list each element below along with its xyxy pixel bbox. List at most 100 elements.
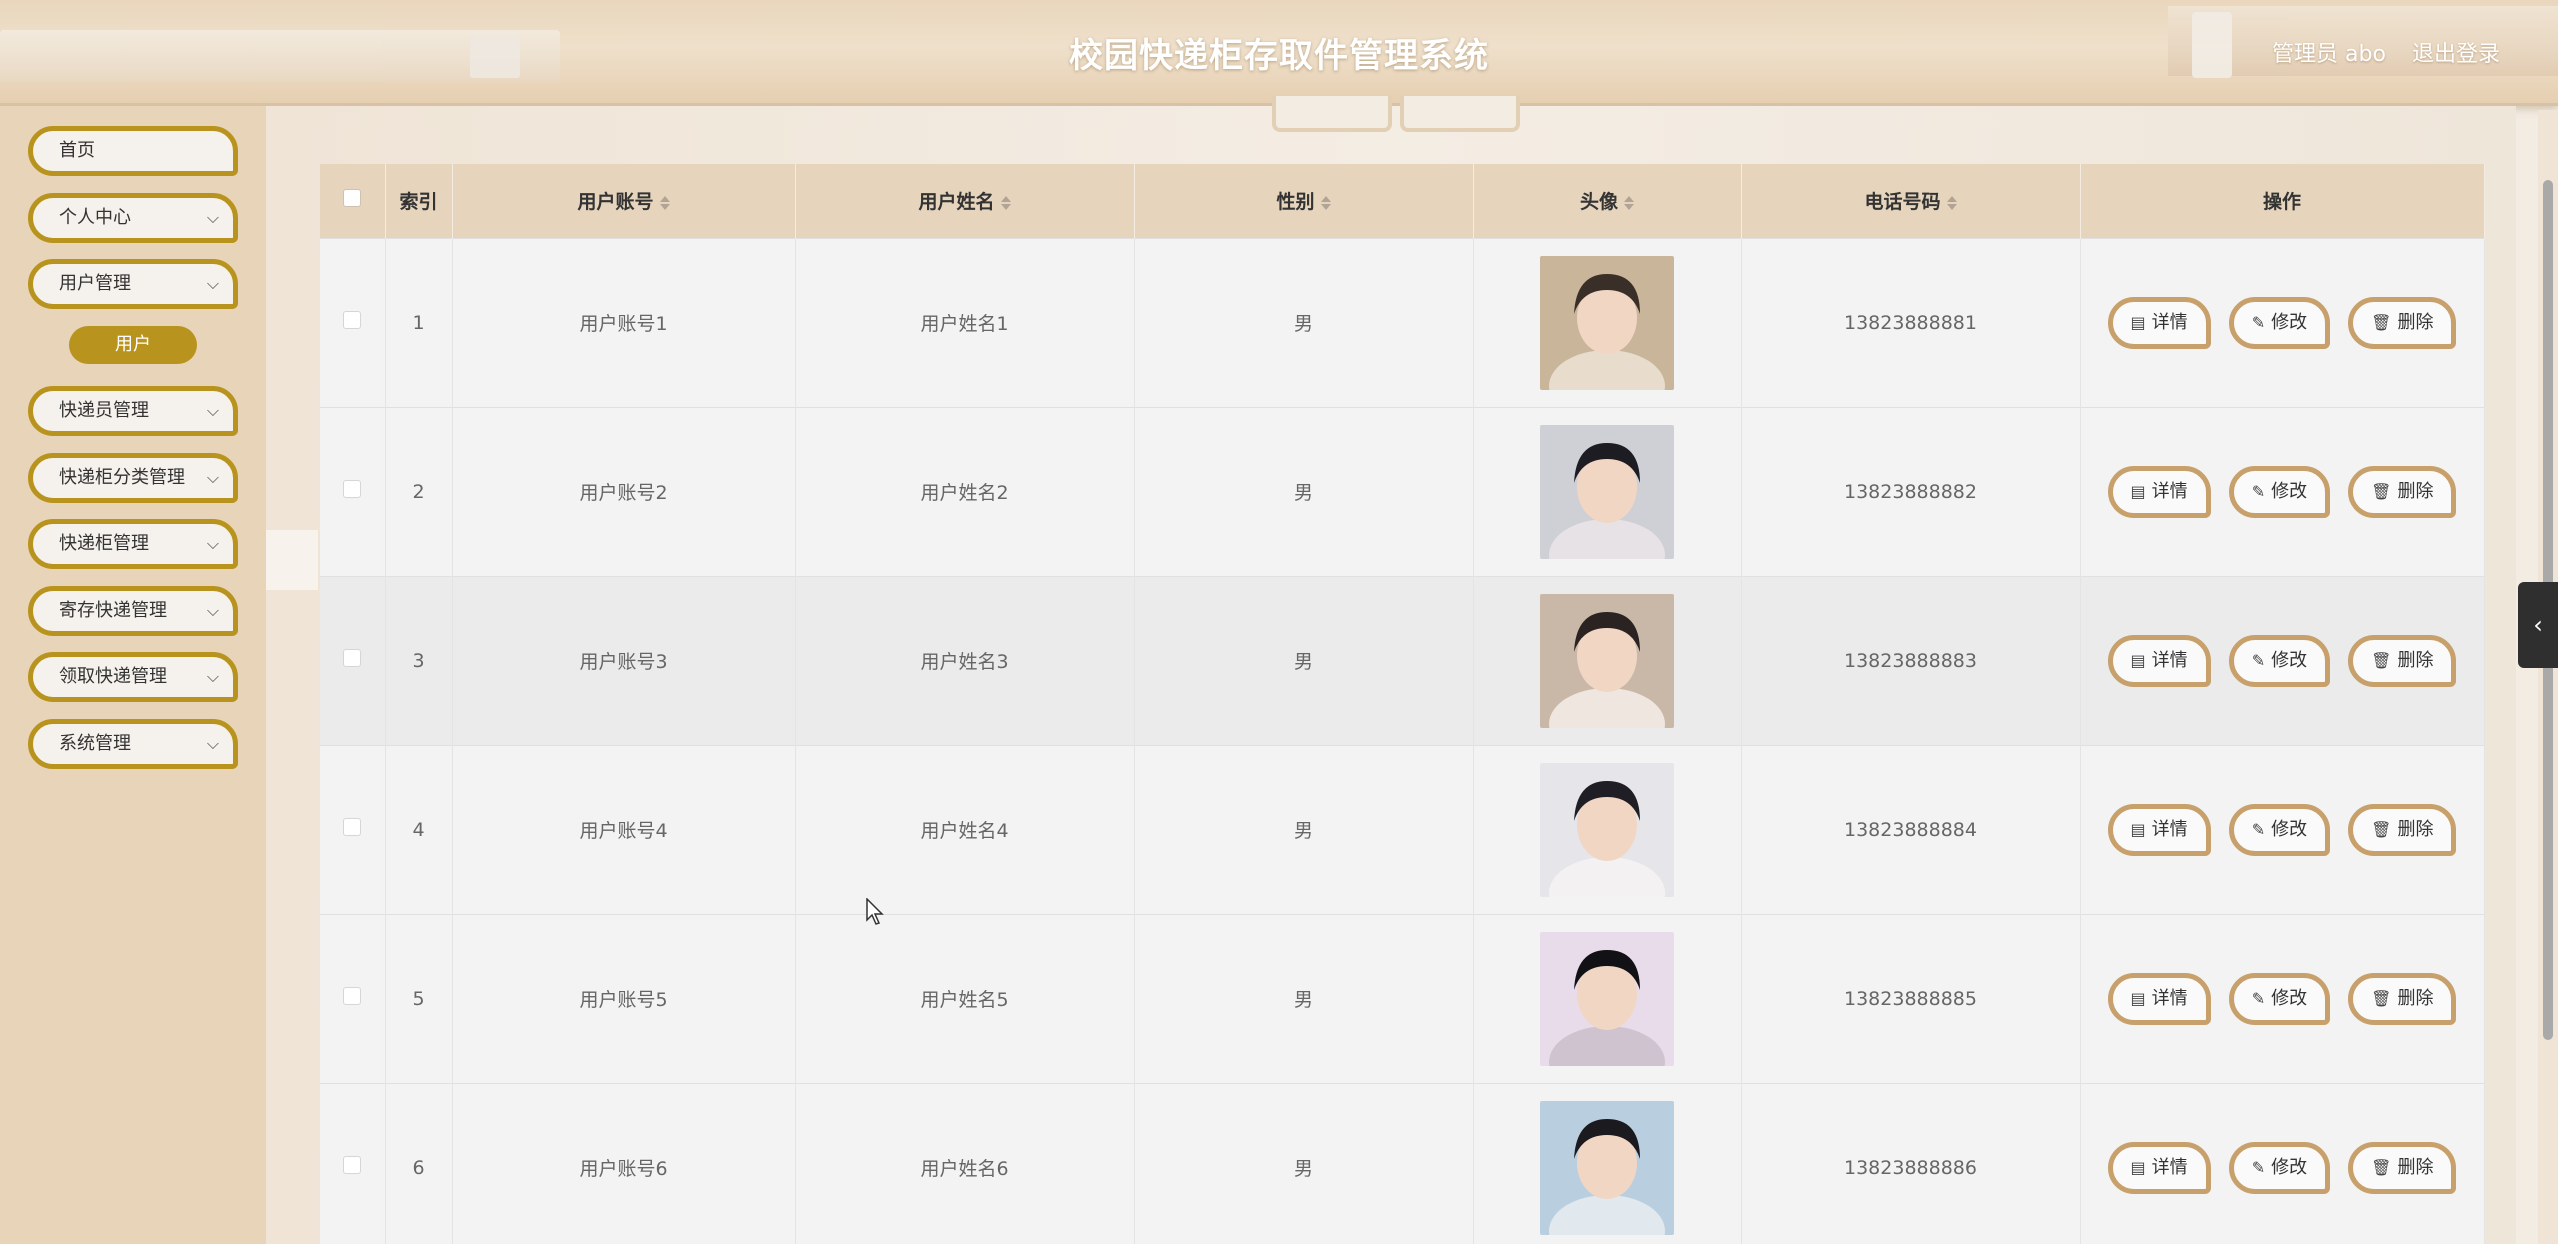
avatar[interactable] [1540, 593, 1674, 728]
cell-index: 5 [385, 913, 453, 1083]
cell-name: 用户姓名4 [795, 744, 1135, 914]
avatar[interactable] [1540, 762, 1674, 897]
top-header: 校园快递柜存取件管理系统 管理员 abo 退出登录 [0, 0, 2558, 106]
cell-avatar [1473, 744, 1742, 914]
cell-avatar [1473, 913, 1742, 1083]
table-row[interactable]: 6 用户账号6 用户姓名6 男 13823888886 ▤ 详情 ✎ 修改 🗑 删除 [320, 1082, 2485, 1244]
edit-button[interactable]: ✎ 修改 [2228, 972, 2331, 1025]
column-header-gender[interactable]: 性别 [1134, 164, 1474, 238]
edit-button[interactable]: ✎ 修改 [2228, 803, 2331, 856]
column-header-name[interactable]: 用户姓名 [795, 164, 1135, 238]
table-row[interactable]: 4 用户账号4 用户姓名4 男 13823888884 ▤ 详情 ✎ 修改 🗑 删除 [320, 744, 2485, 914]
row-checkbox[interactable] [343, 649, 362, 667]
sidebar-item-label: 寄存快递管理 [59, 600, 167, 621]
cell-actions: ▤ 详情 ✎ 修改 🗑 删除 [2080, 1082, 2485, 1244]
sidebar-subitem-users[interactable]: 用户 [69, 326, 197, 364]
avatar[interactable] [1540, 424, 1674, 559]
edit-button[interactable]: ✎ 修改 [2228, 1141, 2331, 1194]
edit-button[interactable]: ✎ 修改 [2228, 465, 2331, 518]
avatar[interactable] [1540, 255, 1674, 390]
add-button-partial[interactable] [1272, 96, 1392, 132]
delete-button[interactable]: 🗑 删除 [2348, 803, 2457, 856]
delete-button[interactable]: 🗑 删除 [2348, 296, 2457, 349]
row-checkbox[interactable] [343, 818, 362, 836]
cell-phone: 13823888885 [1741, 913, 2081, 1083]
user-table: 索引 用户账号 用户姓名 性别 头像 电话号码 操作 1 用户账号1 用户姓名1… [320, 164, 2485, 1244]
sort-icon[interactable] [1320, 195, 1331, 210]
delete-button[interactable]: 🗑 删除 [2348, 465, 2457, 518]
table-row[interactable]: 1 用户账号1 用户姓名1 男 13823888881 ▤ 详情 ✎ 修改 🗑 删除 [320, 237, 2485, 407]
delete-button[interactable]: 🗑 删除 [2348, 1141, 2457, 1194]
table-row[interactable]: 2 用户账号2 用户姓名2 男 13823888882 ▤ 详情 ✎ 修改 🗑 删除 [320, 406, 2485, 576]
chevron-down-icon: ⌵ [206, 468, 219, 487]
detail-button[interactable]: ▤ 详情 [2107, 296, 2211, 349]
select-all-checkbox[interactable] [343, 189, 362, 208]
column-header-index: 索引 [385, 164, 453, 238]
cell-gender: 男 [1134, 575, 1474, 745]
sidebar-item-courier-management[interactable]: 快递员管理 ⌵ [28, 386, 238, 436]
cell-account: 用户账号4 [452, 744, 796, 914]
row-select-cell [320, 913, 386, 1083]
document-icon: ▤ [2130, 650, 2146, 670]
cell-actions: ▤ 详情 ✎ 修改 🗑 删除 [2080, 913, 2485, 1083]
delete-button[interactable]: 🗑 删除 [2348, 972, 2457, 1025]
cell-actions: ▤ 详情 ✎ 修改 🗑 删除 [2080, 237, 2485, 407]
detail-button[interactable]: ▤ 详情 [2107, 972, 2211, 1025]
sort-icon[interactable] [1624, 195, 1634, 210]
sort-icon[interactable] [1000, 195, 1011, 210]
batch-delete-button-partial[interactable] [1400, 96, 1520, 132]
sidebar-item-pickup-management[interactable]: 领取快递管理 ⌵ [28, 652, 238, 702]
select-all-header [320, 164, 386, 238]
sidebar-item-locker-category-management[interactable]: 快递柜分类管理 ⌵ [28, 453, 238, 503]
sidebar-item-label: 系统管理 [59, 733, 131, 754]
row-checkbox[interactable] [343, 480, 362, 498]
trash-icon: 🗑 [2371, 819, 2392, 839]
column-header-avatar[interactable]: 头像 [1473, 164, 1742, 238]
pencil-icon: ✎ [2251, 988, 2266, 1008]
delete-button[interactable]: 🗑 删除 [2348, 634, 2457, 687]
cell-index: 1 [385, 237, 453, 407]
detail-button[interactable]: ▤ 详情 [2107, 465, 2211, 518]
sidebar-item-locker-management[interactable]: 快递柜管理 ⌵ [28, 519, 238, 569]
row-checkbox[interactable] [343, 1156, 362, 1175]
table-row[interactable]: 3 用户账号3 用户姓名3 男 13823888883 ▤ 详情 ✎ 修改 🗑 删除 [320, 575, 2485, 745]
cell-index: 4 [385, 744, 453, 914]
row-select-cell [320, 744, 386, 914]
trash-icon: 🗑 [2371, 312, 2392, 332]
cell-index: 6 [385, 1082, 453, 1244]
edit-button[interactable]: ✎ 修改 [2228, 634, 2331, 687]
column-header-phone[interactable]: 电话号码 [1741, 164, 2081, 238]
trash-icon: 🗑 [2371, 481, 2392, 501]
sort-icon[interactable] [1946, 195, 1957, 210]
document-icon: ▤ [2130, 988, 2146, 1008]
row-checkbox[interactable] [343, 311, 362, 329]
logout-link[interactable]: 退出登录 [2412, 36, 2500, 68]
cell-name: 用户姓名1 [795, 237, 1135, 407]
sidebar-item-home[interactable]: 首页 [28, 126, 238, 176]
sidebar-item-profile[interactable]: 个人中心 ⌵ [28, 193, 238, 243]
pencil-icon: ✎ [2251, 819, 2266, 839]
sort-icon[interactable] [659, 195, 670, 210]
cell-avatar [1473, 406, 1742, 576]
cell-avatar [1473, 237, 1742, 407]
chevron-left-icon[interactable]: ‹ [2518, 582, 2558, 668]
table-header-row: 索引 用户账号 用户姓名 性别 头像 电话号码 操作 [320, 164, 2485, 238]
row-checkbox[interactable] [343, 987, 362, 1005]
detail-button[interactable]: ▤ 详情 [2107, 634, 2211, 687]
column-header-account[interactable]: 用户账号 [452, 164, 796, 238]
detail-button[interactable]: ▤ 详情 [2107, 803, 2211, 856]
sidebar-item-label: 领取快递管理 [59, 666, 167, 687]
sidebar-item-user-management[interactable]: 用户管理 ⌵ [28, 259, 238, 309]
sidebar-item-label: 用户管理 [59, 273, 131, 294]
avatar[interactable] [1540, 1100, 1674, 1235]
sidebar-item-label: 快递柜分类管理 [59, 467, 185, 488]
avatar[interactable] [1540, 931, 1674, 1066]
sidebar-item-system-management[interactable]: 系统管理 ⌵ [28, 719, 238, 769]
table-row[interactable]: 5 用户账号5 用户姓名5 男 13823888885 ▤ 详情 ✎ 修改 🗑 删除 [320, 913, 2485, 1083]
cell-phone: 13823888884 [1741, 744, 2081, 914]
row-select-cell [320, 575, 386, 745]
edit-button[interactable]: ✎ 修改 [2228, 296, 2331, 349]
sidebar-item-deposit-management[interactable]: 寄存快递管理 ⌵ [28, 586, 238, 636]
detail-button[interactable]: ▤ 详情 [2107, 1141, 2211, 1194]
pencil-icon: ✎ [2251, 481, 2266, 501]
